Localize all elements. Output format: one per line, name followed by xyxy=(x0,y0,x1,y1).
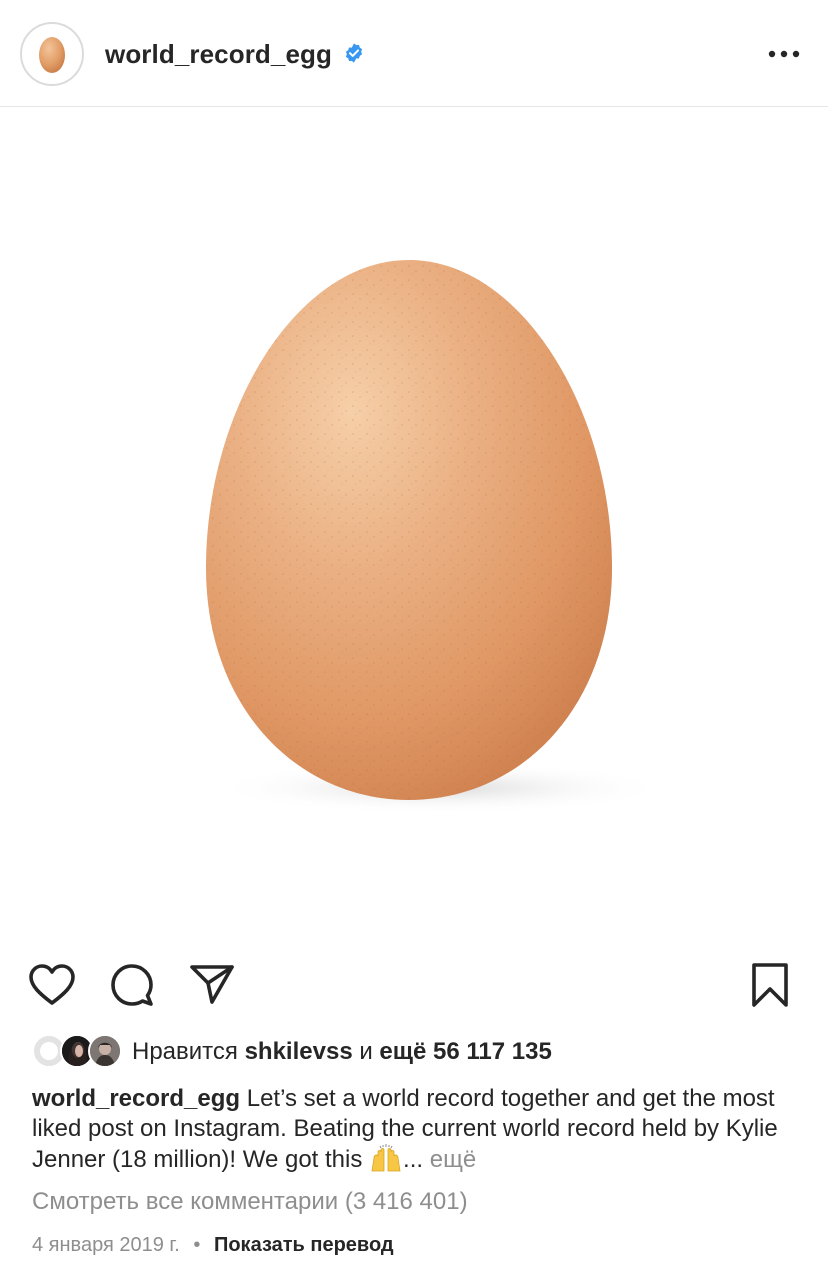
caption-username[interactable]: world_record_egg xyxy=(32,1085,240,1112)
likes-count[interactable]: ещё 56 117 135 xyxy=(379,1038,551,1065)
brown-egg-photo xyxy=(206,260,670,814)
user-photo-icon xyxy=(90,1036,120,1066)
post-header: world_record_egg xyxy=(0,0,828,107)
likes-prefix: Нравится xyxy=(132,1038,238,1065)
ellipsis-icon[interactable] xyxy=(766,44,802,64)
likes-summary[interactable]: Нравится shkilevss и ещё 56 117 135 xyxy=(132,1038,552,1066)
caption-ellipsis: ... xyxy=(403,1146,424,1173)
post-meta: 4 января 2019 г. • Показать перевод xyxy=(32,1234,394,1257)
meta-separator: • xyxy=(193,1234,201,1256)
egg-avatar-icon xyxy=(39,37,65,73)
post-caption: world_record_egg Let’s set a world recor… xyxy=(32,1084,802,1175)
likes-conj: и xyxy=(359,1038,373,1065)
post-date: 4 января 2019 г. xyxy=(32,1234,180,1256)
comment-icon[interactable] xyxy=(108,962,156,1008)
liker-avatar[interactable] xyxy=(88,1034,122,1068)
caption-more-link[interactable]: ещё xyxy=(430,1146,476,1173)
action-bar xyxy=(0,950,828,1020)
post-username[interactable]: world_record_egg xyxy=(105,39,332,70)
profile-avatar[interactable] xyxy=(20,22,84,86)
paper-plane-icon[interactable] xyxy=(188,962,236,1006)
show-translation-link[interactable]: Показать перевод xyxy=(214,1234,394,1256)
heart-icon[interactable] xyxy=(28,963,76,1007)
verified-badge-icon xyxy=(345,43,363,63)
post-image[interactable] xyxy=(0,108,828,936)
raising-hands-emoji xyxy=(371,1144,401,1172)
view-all-comments-link[interactable]: Смотреть все комментарии (3 416 401) xyxy=(32,1188,468,1216)
liker-username[interactable]: shkilevss xyxy=(245,1038,353,1065)
likes-row: Нравится shkilevss и ещё 56 117 135 xyxy=(32,1032,812,1072)
bookmark-icon[interactable] xyxy=(750,962,790,1008)
